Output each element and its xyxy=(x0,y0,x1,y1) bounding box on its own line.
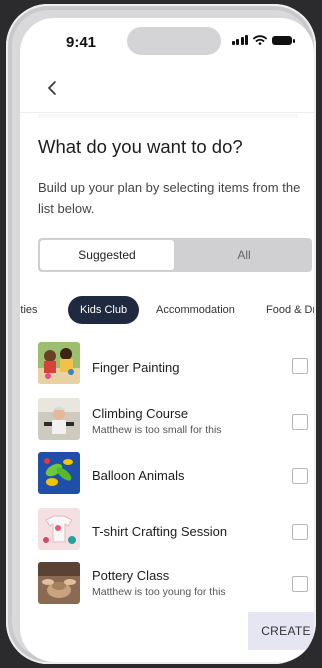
item-checkbox[interactable] xyxy=(292,358,308,374)
climbing-course-image xyxy=(38,398,80,440)
item-title: T-shirt Crafting Session xyxy=(92,524,228,539)
segmented-control: Suggested All xyxy=(38,238,312,272)
battery-icon xyxy=(272,35,295,45)
chip-accommodation[interactable]: Accommodation xyxy=(156,296,235,324)
item-checkbox[interactable] xyxy=(292,414,308,430)
item-title: Pottery Class xyxy=(92,568,170,583)
list-item[interactable]: Climbing Course Matthew is too small for… xyxy=(20,392,314,446)
item-checkbox[interactable] xyxy=(292,524,308,540)
list-item[interactable]: Balloon Animals xyxy=(20,446,314,500)
header-divider xyxy=(20,112,314,113)
status-time: 9:41 xyxy=(66,34,97,51)
finger-painting-image xyxy=(38,342,80,384)
item-title: Balloon Animals xyxy=(92,468,185,483)
chip-kids-club[interactable]: Kids Club xyxy=(68,296,140,324)
scrolled-content-fade xyxy=(38,114,298,120)
segment-suggested[interactable]: Suggested xyxy=(40,240,174,270)
category-chips: ivities Kids Club Accommodation Food & D… xyxy=(20,296,314,324)
list-item[interactable]: Pottery Class Matthew is too young for t… xyxy=(20,558,314,612)
status-icons xyxy=(231,35,295,45)
signal-icon xyxy=(231,35,248,45)
item-checkbox[interactable] xyxy=(292,468,308,484)
chip-food-drink[interactable]: Food & Dri xyxy=(266,296,314,324)
item-note: Matthew is too young for this xyxy=(92,586,226,598)
status-bar: 9:41 xyxy=(20,18,314,62)
segment-all[interactable]: All xyxy=(176,238,312,272)
page-subtitle: Build up your plan by selecting items fr… xyxy=(38,180,301,216)
chip-activities[interactable]: ivities xyxy=(20,296,38,324)
page-title: What do you want to do? xyxy=(38,136,243,157)
wifi-icon xyxy=(253,35,267,45)
back-button[interactable] xyxy=(40,76,64,100)
item-title: Finger Painting xyxy=(92,360,180,375)
tshirt-crafting-image xyxy=(38,508,80,550)
item-title: Climbing Course xyxy=(92,406,189,421)
item-checkbox[interactable] xyxy=(292,576,308,592)
list-item[interactable]: T-shirt Crafting Session xyxy=(20,502,314,556)
create-button[interactable]: CREATE xyxy=(248,612,314,650)
screen: 9:41 What do you want to do? Build up yo… xyxy=(20,18,314,662)
item-note: Matthew is too small for this xyxy=(92,424,222,436)
phone-frame: 9:41 What do you want to do? Build up yo… xyxy=(6,4,316,664)
chevron-left-icon xyxy=(48,81,56,95)
dynamic-island xyxy=(127,27,221,55)
list-item[interactable]: Finger Painting xyxy=(20,336,314,390)
pottery-class-image xyxy=(38,562,80,604)
balloon-animals-image xyxy=(38,452,80,494)
